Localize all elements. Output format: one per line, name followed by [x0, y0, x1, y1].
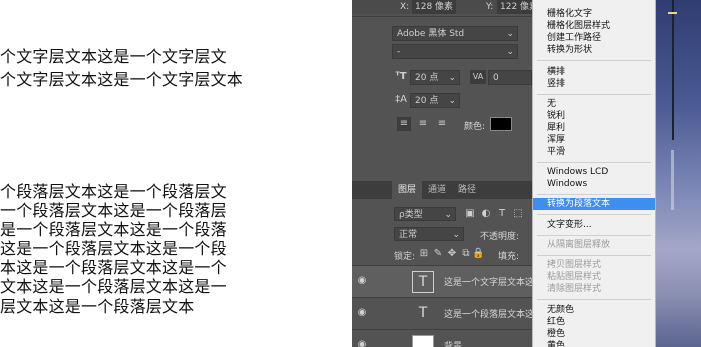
- chevron-down-icon: ⌄: [448, 73, 456, 83]
- menu-item[interactable]: 锐利: [533, 110, 655, 122]
- align-center-icon[interactable]: ≡: [416, 117, 430, 131]
- adjustment-filter-icon[interactable]: ◐: [480, 207, 492, 221]
- font-size-icon: ᵀT: [395, 71, 407, 82]
- menu-item[interactable]: 竖排: [533, 78, 655, 90]
- tracking-value: 0: [493, 73, 499, 83]
- text-layer-thumbnail: T: [412, 271, 434, 293]
- menu-item[interactable]: Windows: [533, 178, 655, 190]
- menu-item: 清除图层样式: [547, 284, 602, 294]
- lock-label: 锁定:: [394, 252, 416, 262]
- fill-label: 填充:: [498, 252, 520, 262]
- font-family-value: Adobe 黑体 Std: [397, 29, 465, 39]
- paragraph-line: 一个段落层文本这是一个段落层: [0, 201, 227, 220]
- menu-item[interactable]: 横排: [533, 66, 655, 78]
- lock-artboard-icon[interactable]: ⧉: [460, 247, 472, 261]
- menu-item[interactable]: 栅格化文字: [533, 8, 655, 20]
- tracking-select[interactable]: 0: [488, 70, 532, 85]
- properties-panel: X: 128 像素 Y: 122 像素 Adobe 黑体 Std ⌄ - ⌄ ᵀ…: [352, 0, 532, 347]
- text-layer-line: 个文字层文本这是一个文字层文: [0, 47, 227, 66]
- pole-light: [668, 12, 677, 14]
- image-filter-icon[interactable]: ▣: [464, 207, 476, 221]
- menu-item[interactable]: 平滑: [533, 146, 655, 158]
- paragraph-line: 这是一个段落层文本这是一个段: [0, 239, 227, 258]
- font-style-select[interactable]: - ⌄: [392, 44, 518, 59]
- type-filter-icon[interactable]: T: [496, 207, 508, 221]
- pole-silhouette: [672, 0, 674, 140]
- y-field[interactable]: 122 像素: [497, 0, 532, 14]
- visibility-eye-icon[interactable]: ◉: [354, 275, 370, 286]
- paragraph-line: 层文本这是一个段落层文本: [0, 297, 195, 316]
- menu-item[interactable]: 黄色: [533, 340, 655, 347]
- text-layer-thumbnail: T: [418, 305, 428, 321]
- menu-item[interactable]: 无: [533, 98, 655, 110]
- menu-item[interactable]: 转换为形状: [533, 44, 655, 56]
- layer-row[interactable]: ◉ T 这是一个段落层文本这: [352, 297, 532, 329]
- layer-filter-value: ρ类型: [399, 210, 423, 220]
- background-photo: [656, 0, 701, 347]
- paragraph-line: 文本这是一个段落层文本这是一: [0, 277, 227, 296]
- text-color-swatch[interactable]: [490, 117, 512, 131]
- layer-name[interactable]: 背景: [444, 339, 462, 347]
- menu-item[interactable]: 栅格化图层样式: [533, 20, 655, 32]
- align-left-icon[interactable]: ≡: [397, 117, 411, 131]
- font-size-select[interactable]: 20 点 ⌄: [410, 70, 460, 85]
- blend-mode-select[interactable]: 正常 ⌄: [394, 227, 464, 241]
- leading-icon: ‡A: [395, 94, 407, 105]
- x-field[interactable]: 128 像素: [412, 0, 457, 14]
- chevron-down-icon: ⌄: [452, 230, 460, 240]
- menu-item[interactable]: 浑厚: [533, 134, 655, 146]
- chevron-down-icon: ⌄: [506, 29, 514, 39]
- visibility-eye-icon[interactable]: ◉: [354, 307, 370, 318]
- menu-item: 拷贝图层样式: [547, 260, 602, 270]
- layer-row[interactable]: ◉ T 这是一个文字层文本这: [352, 265, 532, 297]
- visibility-eye-icon[interactable]: ◉: [354, 339, 370, 347]
- chevron-down-icon: ⌄: [448, 96, 456, 106]
- leading-value: 20 点: [415, 96, 439, 106]
- chevron-down-icon: ⌄: [444, 210, 452, 220]
- lock-pixels-icon[interactable]: ✎: [432, 247, 444, 261]
- xy-row: X: 128 像素 Y: 122 像素: [352, 0, 532, 14]
- lock-transparency-icon[interactable]: ⊞: [418, 247, 430, 261]
- leading-select[interactable]: 20 点 ⌄: [410, 93, 460, 108]
- lock-position-icon[interactable]: ✥: [446, 247, 458, 261]
- menu-item-convert-to-paragraph[interactable]: 转换为段落文本: [533, 198, 655, 210]
- tab-layers[interactable]: 图层: [392, 181, 423, 199]
- water-reflection: [671, 150, 674, 210]
- tab-paths[interactable]: 路径: [452, 181, 482, 199]
- menu-item[interactable]: 红色: [533, 316, 655, 328]
- paragraph-line: 是一个段落层文本这是一个段落: [0, 220, 227, 239]
- layer-filter-select[interactable]: ρ类型 ⌄: [394, 207, 456, 221]
- y-label: Y:: [486, 2, 494, 12]
- document-canvas[interactable]: 个文字层文本这是一个文字层文 个文字层文本这是一个文字层文本 个段落层文本这是一…: [0, 0, 352, 347]
- paragraph-line: 个段落层文本这是一个段落层文: [0, 182, 227, 201]
- layer-name[interactable]: 这是一个段落层文本这: [444, 307, 532, 320]
- menu-item: 粘贴图层样式: [547, 272, 602, 282]
- layer-row[interactable]: ◉ 背景: [352, 329, 532, 347]
- x-label: X:: [400, 2, 410, 12]
- menu-item[interactable]: 犀利: [533, 122, 655, 134]
- tab-channels[interactable]: 通道: [422, 181, 452, 199]
- text-layer-line: 个文字层文本这是一个文字层文本: [0, 70, 244, 89]
- chevron-down-icon: ⌄: [506, 47, 514, 57]
- background-layer-thumbnail: [412, 335, 434, 347]
- align-right-icon[interactable]: ≡: [435, 117, 449, 131]
- menu-item[interactable]: 橙色: [533, 328, 655, 340]
- menu-item[interactable]: 文字变形...: [533, 219, 655, 231]
- shape-filter-icon[interactable]: ⬚: [512, 207, 524, 221]
- paragraph-line: 本这是一个段落层文本这是一个: [0, 258, 227, 277]
- tracking-icon: VA: [470, 70, 486, 84]
- opacity-label: 不透明度:: [480, 232, 520, 242]
- font-family-select[interactable]: Adobe 黑体 Std ⌄: [392, 26, 518, 41]
- font-size-value: 20 点: [415, 73, 439, 83]
- menu-item[interactable]: Windows LCD: [533, 166, 655, 178]
- menu-item: 从隔离图层释放: [547, 240, 611, 250]
- color-label: 颜色:: [464, 122, 486, 132]
- layer-name[interactable]: 这是一个文字层文本这: [444, 275, 532, 288]
- blend-mode-value: 正常: [399, 230, 418, 240]
- layer-context-menu: 栅格化文字 栅格化图层样式 创建工作路径 转换为形状 横排 竖排 无 锐利 犀利…: [532, 0, 656, 347]
- font-style-value: -: [397, 47, 401, 57]
- menu-item[interactable]: 创建工作路径: [533, 32, 655, 44]
- menu-item[interactable]: 无颜色: [533, 304, 655, 316]
- lock-all-icon[interactable]: 🔒: [472, 247, 484, 261]
